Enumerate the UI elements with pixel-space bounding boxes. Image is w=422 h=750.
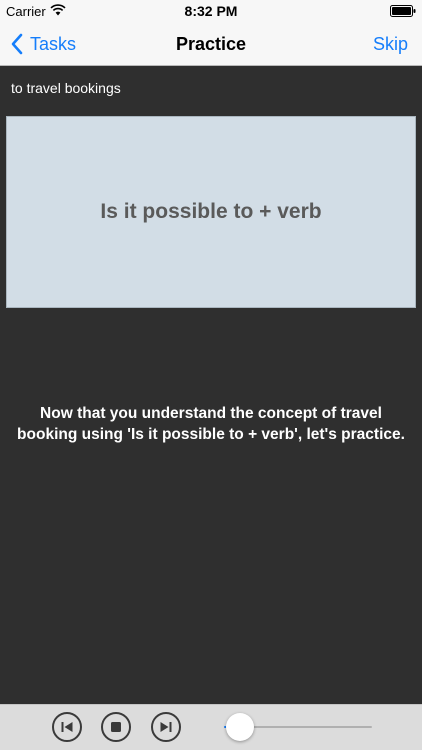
concept-card-text: Is it possible to + verb — [100, 200, 322, 223]
skip-next-button[interactable] — [151, 712, 181, 742]
stop-icon — [111, 722, 121, 732]
navigation-bar: Tasks Practice Skip — [0, 22, 422, 66]
concept-card: Is it possible to + verb — [6, 116, 416, 308]
status-time: 8:32 PM — [184, 3, 238, 19]
back-button-label: Tasks — [30, 33, 77, 54]
skip-next-icon — [160, 722, 172, 732]
lesson-subtitle: to travel bookings — [11, 80, 121, 96]
chevron-left-icon — [11, 33, 23, 55]
playback-slider-thumb[interactable] — [225, 713, 254, 741]
stop-button[interactable] — [101, 712, 131, 742]
skip-previous-icon — [61, 722, 73, 732]
battery-icon — [390, 5, 416, 17]
instruction-text: Now that you understand the concept of t… — [17, 405, 405, 443]
back-button[interactable]: Tasks — [10, 22, 76, 66]
audio-player-bar — [0, 704, 422, 750]
skip-button[interactable]: Skip — [373, 22, 408, 66]
status-bar: Carrier 8:32 PM — [0, 0, 422, 22]
skip-previous-button[interactable] — [52, 712, 82, 742]
